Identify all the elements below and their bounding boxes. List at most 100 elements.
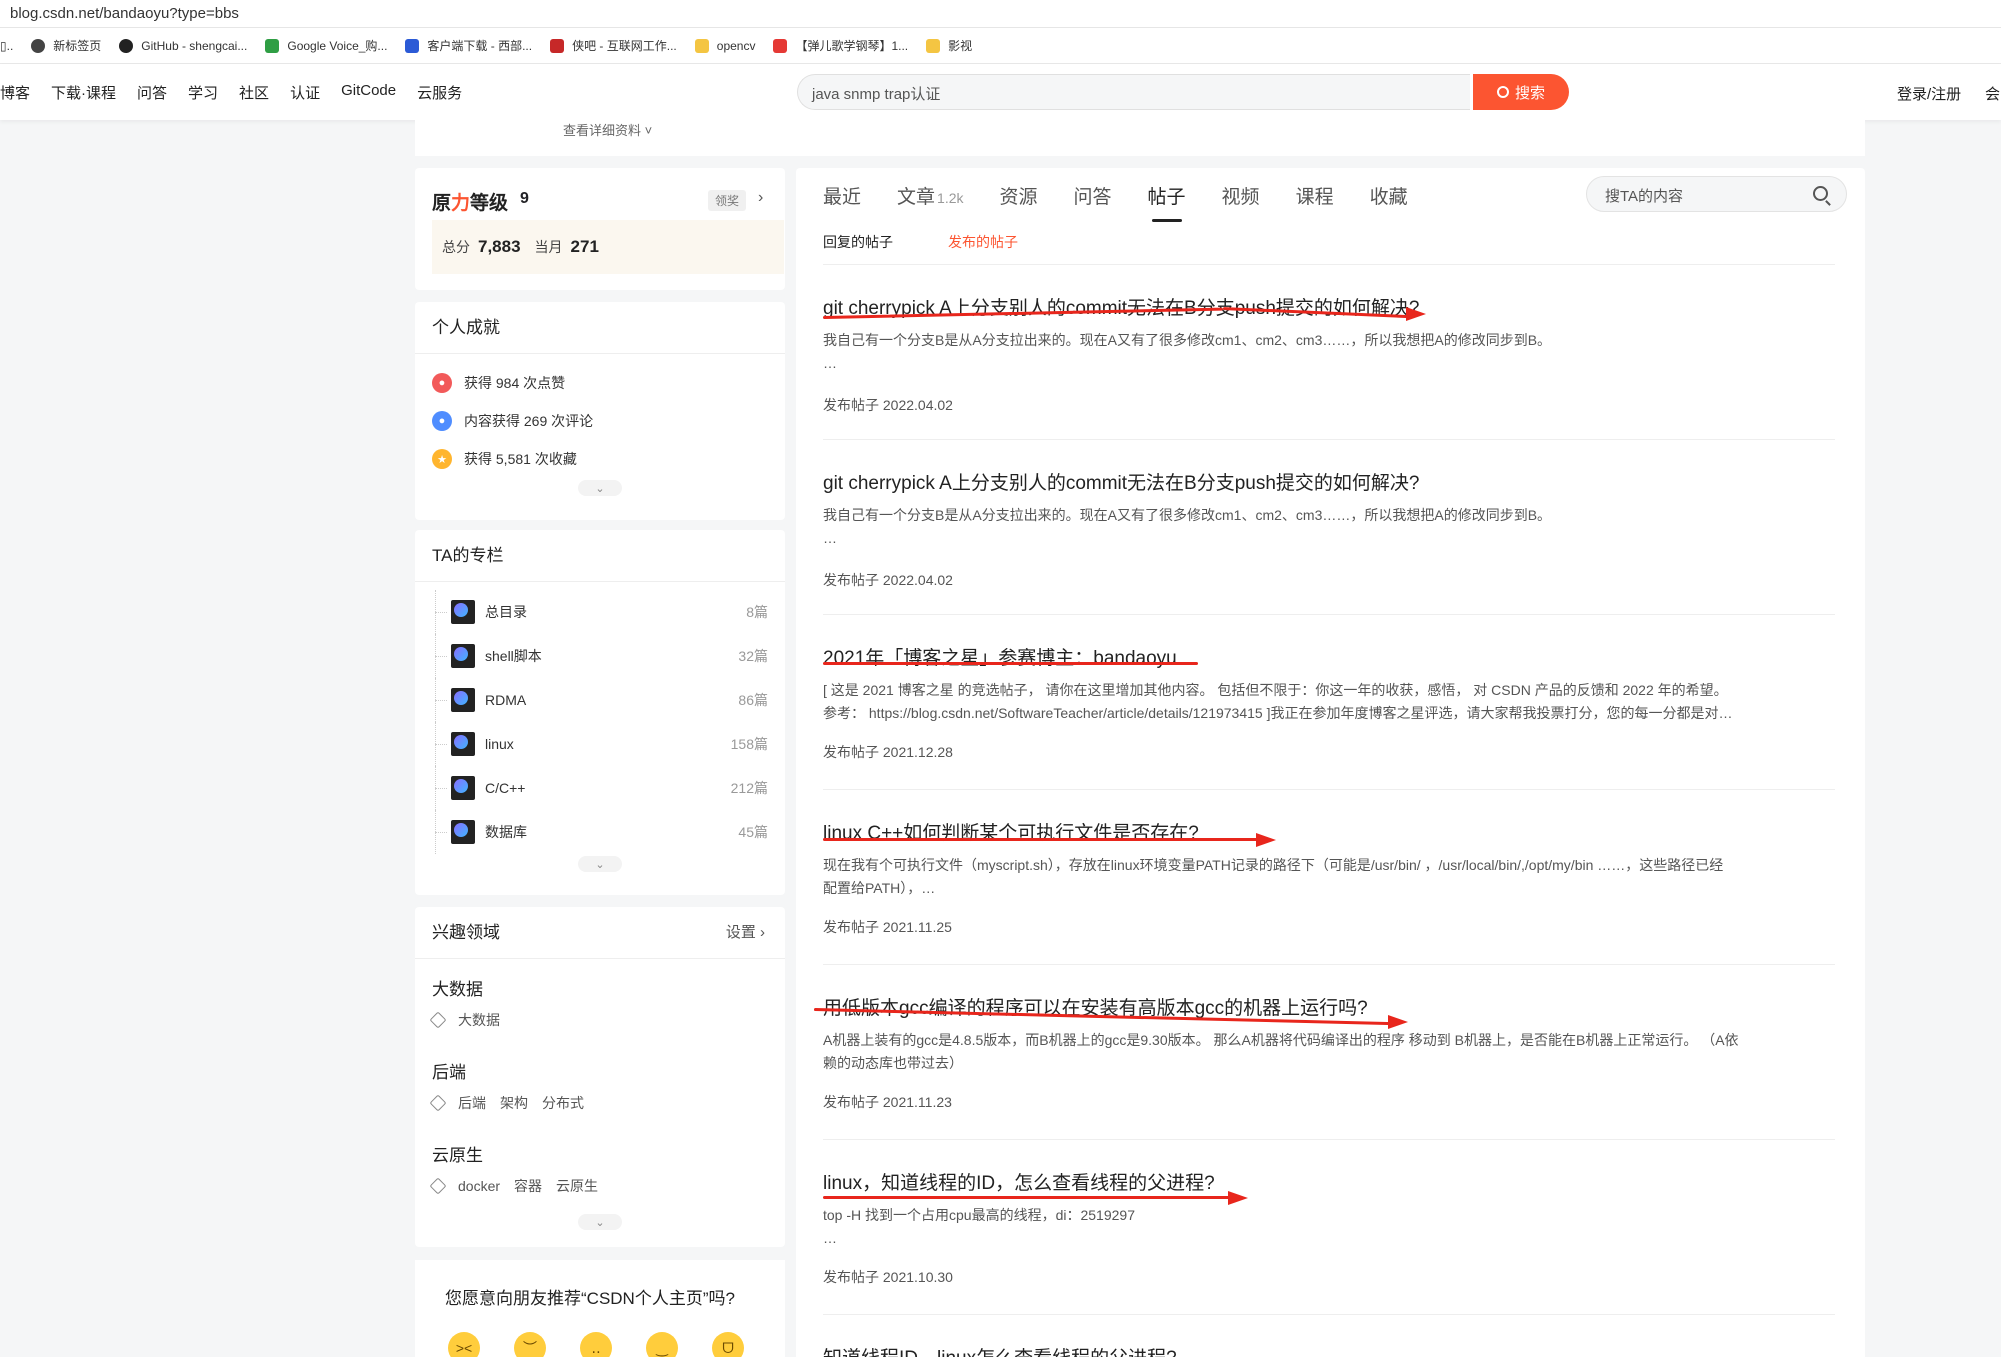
post-desc: [ 这是 2021 博客之星 的竞选帖子， 请你在这里增加其他内容。 包括但不限…: [823, 682, 1733, 721]
column-item[interactable]: shell脚本 32篇: [415, 634, 785, 678]
search-icon[interactable]: [1813, 186, 1828, 201]
bookmark-item[interactable]: 客户端下载 - 西部...: [405, 37, 532, 54]
annotation-arrow-icon: [1388, 1015, 1408, 1029]
post-item[interactable]: linux C++如何判断某个可执行文件是否存在? 现在我有个可执行文件（mys…: [823, 789, 1835, 964]
content-panel: 最近 文章 1.2k 资源 问答 帖子 视频 课程 收藏 搜TA的内容 回复的帖子…: [796, 168, 1865, 1357]
expand-button[interactable]: ⌄: [578, 480, 622, 496]
tag-icon: [429, 1011, 447, 1029]
nav-download[interactable]: 下载·课程: [51, 82, 116, 103]
w-icon: [405, 38, 420, 53]
emoji-smile-icon[interactable]: ‿: [646, 1332, 678, 1357]
subtab-published[interactable]: 发布的帖子: [948, 232, 1018, 252]
score-box: 总分 7,883 当月 271: [432, 220, 784, 274]
level-title: 原力等级: [432, 193, 509, 214]
nav-gitcode[interactable]: GitCode: [341, 82, 396, 103]
content-search-input[interactable]: 搜TA的内容: [1586, 176, 1847, 212]
award-button[interactable]: 领奖: [708, 190, 747, 211]
post-date: 发布帖子 2022.04.02: [823, 397, 953, 413]
emoji-unhappy-icon[interactable]: ︶: [514, 1332, 546, 1357]
bookmark-item[interactable]: 影视: [926, 37, 972, 54]
card-title: 个人成就: [415, 302, 785, 354]
post-title[interactable]: linux，知道线程的ID，怎么查看线程的父进程?: [823, 1168, 1215, 1195]
post-item[interactable]: 用低版本gcc编译的程序可以在安装有高版本gcc的机器上运行吗? A机器上装有的…: [823, 964, 1835, 1139]
bookmark-item[interactable]: 新标签页: [31, 37, 101, 54]
interest-group-head: 大数据: [432, 980, 483, 999]
annotation-arrow-icon: [1256, 833, 1276, 847]
interest-tags: 大数据: [415, 1010, 785, 1030]
post-date: 发布帖子 2021.11.25: [823, 919, 952, 935]
login-link[interactable]: 登录/注册: [1897, 83, 1961, 104]
emoji-neutral-icon[interactable]: ‥: [580, 1332, 612, 1357]
column-item[interactable]: 数据库 45篇: [415, 810, 785, 854]
column-item[interactable]: 总目录 8篇: [415, 590, 785, 634]
post-title[interactable]: git cherrypick A上分支别人的commit无法在B分支push提交…: [823, 468, 1420, 495]
bookmarks-bar: ▯.. 新标签页 GitHub - shengcai... Google Voi…: [0, 28, 2001, 64]
site-search-input[interactable]: java snmp trap认证: [797, 74, 1470, 110]
post-item[interactable]: linux，知道线程的ID，怎么查看线程的父进程? top -H 找到一个占用c…: [823, 1139, 1835, 1314]
tab-favorites[interactable]: 收藏: [1370, 168, 1408, 220]
nav-blog[interactable]: 博客: [0, 82, 30, 103]
bookmark-overflow[interactable]: ▯..: [0, 39, 13, 53]
tag-icon: [429, 1177, 447, 1195]
post-item[interactable]: git cherrypick A上分支别人的commit无法在B分支push提交…: [823, 264, 1835, 439]
emoji-angry-icon[interactable]: ><: [448, 1332, 480, 1357]
month-score: 271: [570, 237, 599, 256]
address-bar[interactable]: blog.csdn.net/bandaoyu?type=bbs: [0, 0, 2001, 28]
card-title: 兴趣领域 设置 ›: [415, 907, 785, 959]
post-title[interactable]: 2021年「博客之星」参赛博主：bandaoyu: [823, 643, 1177, 670]
profile-details-link[interactable]: 查看详细资料 ˅: [563, 120, 652, 139]
tab-articles[interactable]: 文章 1.2k: [897, 168, 963, 220]
xiaba-icon: [550, 38, 565, 53]
nav-qa[interactable]: 问答: [137, 82, 167, 103]
search-button[interactable]: 搜索: [1473, 74, 1569, 110]
post-item[interactable]: git cherrypick A上分支别人的commit无法在B分支push提交…: [823, 439, 1835, 614]
achievements-card: 个人成就 ● 获得 984 次点赞 ● 内容获得 269 次评论 ★ 获得 5,581…: [415, 302, 785, 520]
bookmark-item[interactable]: Google Voice_购...: [265, 37, 387, 54]
post-title[interactable]: 知道线程ID，linux怎么查看线程的父进程?: [823, 1343, 1177, 1357]
tab-resources[interactable]: 资源: [1000, 168, 1038, 220]
post-desc: top -H 找到一个占用cpu最高的线程，di：2519297…: [823, 1207, 1135, 1246]
subtab-replied[interactable]: 回复的帖子: [823, 232, 893, 252]
level-value: 9: [520, 190, 529, 207]
column-item[interactable]: C/C++ 212篇: [415, 766, 785, 810]
nav-community[interactable]: 社区: [239, 82, 269, 103]
tab-recent[interactable]: 最近: [823, 168, 861, 220]
settings-link[interactable]: 设置 ›: [726, 907, 765, 959]
column-item[interactable]: RDMA 86篇: [415, 678, 785, 722]
tag-icon: [429, 1094, 447, 1112]
column-thumbnail: [451, 600, 475, 624]
tab-qa[interactable]: 问答: [1074, 168, 1112, 220]
column-thumbnail: [451, 688, 475, 712]
member-link[interactable]: 会: [1985, 83, 2000, 104]
search-icon: [1496, 86, 1509, 98]
tab-videos[interactable]: 视频: [1222, 168, 1260, 220]
bookmark-item[interactable]: opencv: [694, 38, 755, 53]
tab-courses[interactable]: 课程: [1296, 168, 1334, 220]
bookmark-item[interactable]: 侠吧 - 互联网工作...: [550, 37, 677, 54]
star-badge-icon: ★: [432, 449, 452, 469]
bookmark-item[interactable]: GitHub - shengcai...: [119, 38, 247, 53]
expand-button[interactable]: ⌄: [578, 1214, 622, 1230]
post-item[interactable]: 2021年「博客之星」参赛博主：bandaoyu [ 这是 2021 博客之星 …: [823, 614, 1835, 789]
nav-cloud[interactable]: 云服务: [417, 82, 462, 103]
bookmark-item[interactable]: 【弹儿歌学钢琴】1...: [773, 37, 908, 54]
nav-learn[interactable]: 学习: [188, 82, 218, 103]
nav-cert[interactable]: 认证: [290, 82, 320, 103]
achievement-likes: ● 获得 984 次点赞: [415, 364, 785, 402]
post-desc: 我自己有一个分支B是从A分支拉出来的。现在A又有了很多修改cm1、cm2、cm3…: [823, 507, 1552, 546]
globe-icon: [31, 38, 46, 53]
achievement-favorites: ★ 获得 5,581 次收藏: [415, 440, 785, 478]
columns-card: TA的专栏 总目录 8篇 shell脚本 32篇 RDMA 86篇 linux 158篇…: [415, 530, 785, 895]
tab-posts[interactable]: 帖子: [1148, 168, 1186, 222]
expand-button[interactable]: ⌄: [578, 856, 622, 872]
url-text: blog.csdn.net/bandaoyu?type=bbs: [10, 5, 239, 22]
post-item[interactable]: 知道线程ID，linux怎么查看线程的父进程?: [823, 1314, 1835, 1357]
chevron-right-icon[interactable]: ›: [758, 189, 763, 207]
annotation-arrow-icon: [1406, 307, 1426, 321]
post-desc: A机器上装有的gcc是4.8.5版本，而B机器上的gcc是9.30版本。 那么A…: [823, 1032, 1739, 1071]
post-desc: 现在我有个可执行文件（myscript.sh），存放在linux环境变量PATH…: [823, 857, 1724, 896]
column-item[interactable]: linux 158篇: [415, 722, 785, 766]
emoji-laugh-icon[interactable]: ᗜ: [712, 1332, 744, 1357]
profile-strip: 查看详细资料 ˅: [415, 120, 1865, 156]
interest-group-head: 云原生: [432, 1146, 483, 1165]
